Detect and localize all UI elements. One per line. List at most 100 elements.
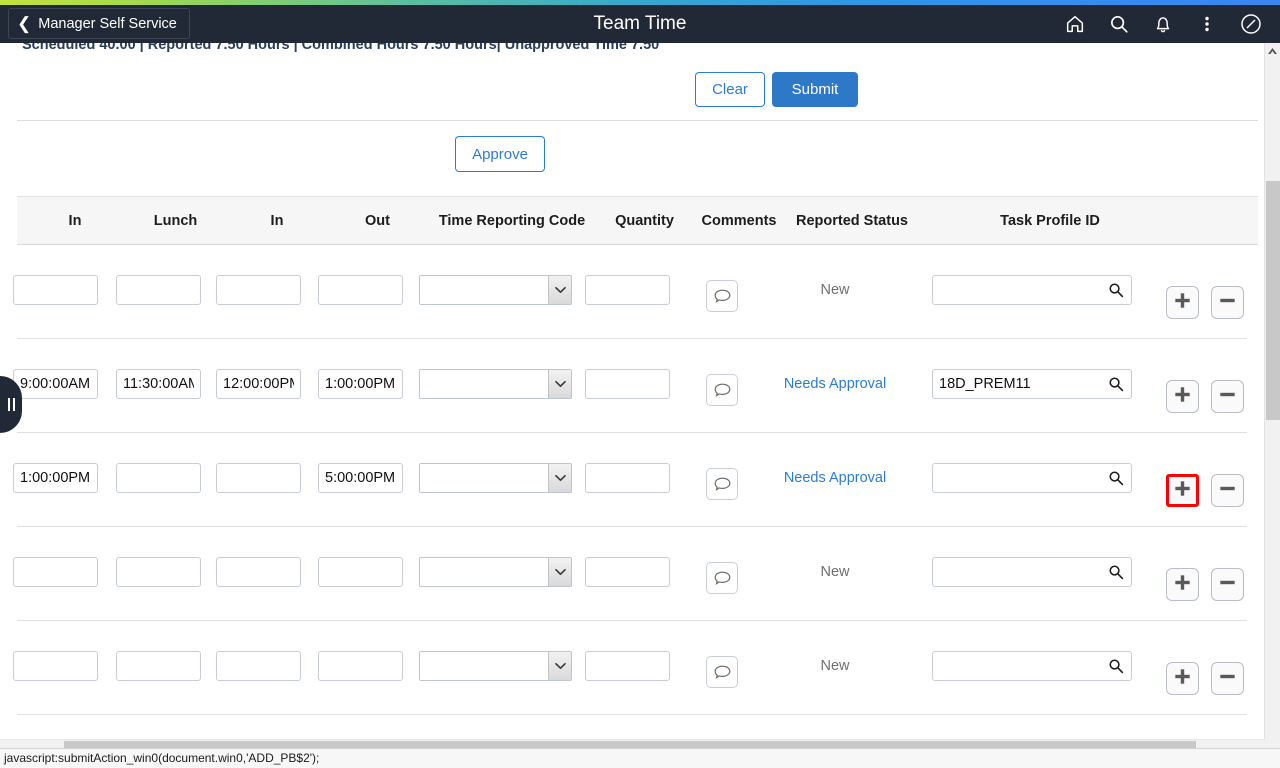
task-profile-id-field[interactable] xyxy=(933,370,1103,398)
task-profile-id-field[interactable] xyxy=(933,464,1103,492)
punch-in-1-field[interactable] xyxy=(13,369,98,399)
punch-in-2-field[interactable] xyxy=(216,463,301,493)
lunch-out-field[interactable] xyxy=(116,369,201,399)
status-badge[interactable]: Needs Approval xyxy=(775,376,895,392)
punch-in-1-field[interactable] xyxy=(13,651,98,681)
bell-icon[interactable] xyxy=(1142,5,1184,43)
comment-bubble-icon[interactable] xyxy=(706,656,738,688)
cell-comments xyxy=(706,562,738,594)
vertical-scrollbar[interactable] xyxy=(1264,43,1280,743)
quantity-field[interactable] xyxy=(585,369,670,399)
chevron-left-icon: ❮ xyxy=(17,14,32,33)
punch-out-field[interactable] xyxy=(318,651,403,681)
quantity-field[interactable] xyxy=(585,557,670,587)
punch-in-1-field[interactable] xyxy=(13,275,98,305)
delete-row-button[interactable] xyxy=(1211,662,1244,695)
cell-punch-in-1 xyxy=(13,651,98,681)
delete-row-button[interactable] xyxy=(1211,380,1244,413)
task-profile-id-field[interactable] xyxy=(933,558,1103,586)
punch-in-2-field[interactable] xyxy=(216,275,301,305)
comment-bubble-icon[interactable] xyxy=(706,280,738,312)
app-header: Team Time ❮ Manager Self Service xyxy=(0,5,1280,43)
cell-task-profile-id xyxy=(932,651,1132,681)
add-row-button[interactable] xyxy=(1166,474,1199,507)
status-badge[interactable]: Needs Approval xyxy=(775,470,895,486)
lunch-out-field[interactable] xyxy=(116,557,201,587)
lunch-out-field[interactable] xyxy=(116,651,201,681)
magnifier-icon[interactable] xyxy=(1107,375,1125,393)
plus-icon xyxy=(1174,386,1191,408)
back-button-label: Manager Self Service xyxy=(38,15,177,32)
task-profile-id-lookup[interactable] xyxy=(932,651,1132,681)
cell-add-row xyxy=(1166,662,1199,695)
punch-in-1-field[interactable] xyxy=(13,557,98,587)
back-to-manager-self-service-button[interactable]: ❮ Manager Self Service xyxy=(8,8,190,39)
magnifier-icon[interactable] xyxy=(1107,469,1125,487)
task-profile-id-lookup[interactable] xyxy=(932,463,1132,493)
quantity-field[interactable] xyxy=(585,275,670,305)
minus-icon xyxy=(1219,386,1236,408)
approve-button[interactable]: Approve xyxy=(455,136,545,172)
magnifier-icon[interactable] xyxy=(1107,281,1125,299)
clear-button[interactable]: Clear xyxy=(695,72,765,107)
add-row-button[interactable] xyxy=(1166,662,1199,695)
lunch-out-field[interactable] xyxy=(116,275,201,305)
home-icon[interactable] xyxy=(1054,5,1096,43)
time-summary-text: Scheduled 40.00 | Reported 7.50 Hours | … xyxy=(22,43,660,53)
magnifier-icon[interactable] xyxy=(1107,563,1125,581)
punch-in-1-field[interactable] xyxy=(13,463,98,493)
chevron-down-icon[interactable] xyxy=(548,464,571,492)
task-profile-id-field[interactable] xyxy=(933,276,1103,304)
cell-delete-row xyxy=(1211,568,1244,601)
task-profile-id-lookup[interactable] xyxy=(932,369,1132,399)
table-row: New xyxy=(0,245,1258,339)
task-profile-id-lookup[interactable] xyxy=(932,275,1132,305)
plus-icon xyxy=(1174,574,1191,596)
delete-row-button[interactable] xyxy=(1211,286,1244,319)
cell-comments xyxy=(706,468,738,500)
chevron-down-icon[interactable] xyxy=(548,276,571,304)
scroll-up-arrow-icon[interactable] xyxy=(1265,43,1280,59)
comment-bubble-icon[interactable] xyxy=(706,562,738,594)
delete-row-button[interactable] xyxy=(1211,568,1244,601)
kebab-menu-icon[interactable] xyxy=(1186,5,1228,43)
quantity-field[interactable] xyxy=(585,651,670,681)
lunch-out-field[interactable] xyxy=(116,463,201,493)
chevron-down-icon[interactable] xyxy=(548,558,571,586)
header-icon-group xyxy=(1054,5,1272,43)
punch-out-field[interactable] xyxy=(318,463,403,493)
time-reporting-code-select[interactable] xyxy=(419,557,572,587)
time-reporting-code-select[interactable] xyxy=(419,275,572,305)
chevron-down-icon[interactable] xyxy=(548,652,571,680)
delete-row-button[interactable] xyxy=(1211,474,1244,507)
punch-out-field[interactable] xyxy=(318,275,403,305)
comment-bubble-icon[interactable] xyxy=(706,374,738,406)
search-icon[interactable] xyxy=(1098,5,1140,43)
comment-bubble-icon[interactable] xyxy=(706,468,738,500)
punch-in-2-field[interactable] xyxy=(216,557,301,587)
cell-punch-out xyxy=(318,463,403,493)
cell-reported-status: New xyxy=(775,282,895,298)
time-reporting-code-select[interactable] xyxy=(419,369,572,399)
punch-out-field[interactable] xyxy=(318,557,403,587)
punch-out-field[interactable] xyxy=(318,369,403,399)
time-reporting-code-select[interactable] xyxy=(419,463,572,493)
add-row-button[interactable] xyxy=(1166,286,1199,319)
quantity-field[interactable] xyxy=(585,463,670,493)
table-row: New xyxy=(0,527,1258,621)
vertical-scrollbar-thumb[interactable] xyxy=(1266,181,1280,420)
cell-time-reporting-code xyxy=(419,557,572,587)
submit-button[interactable]: Submit xyxy=(772,72,858,107)
task-profile-id-lookup[interactable] xyxy=(932,557,1132,587)
magnifier-icon[interactable] xyxy=(1107,657,1125,675)
add-row-button[interactable] xyxy=(1166,380,1199,413)
time-reporting-code-select[interactable] xyxy=(419,651,572,681)
navbar-compass-icon[interactable] xyxy=(1230,5,1272,43)
add-row-button[interactable] xyxy=(1166,568,1199,601)
cell-comments xyxy=(706,280,738,312)
punch-in-2-field[interactable] xyxy=(216,651,301,681)
plus-icon xyxy=(1174,668,1191,690)
chevron-down-icon[interactable] xyxy=(548,370,571,398)
task-profile-id-field[interactable] xyxy=(933,652,1103,680)
punch-in-2-field[interactable] xyxy=(216,369,301,399)
